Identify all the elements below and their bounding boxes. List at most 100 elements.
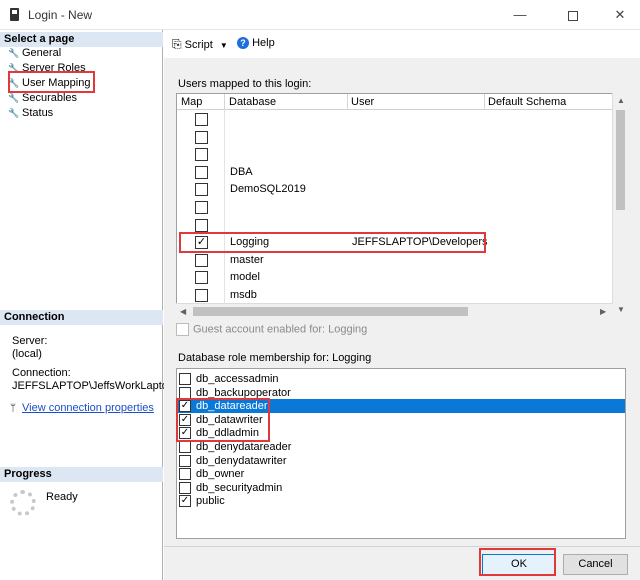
role-checkbox[interactable]	[179, 441, 191, 453]
database-cell: DemoSQL2019	[230, 183, 306, 196]
connection-properties-icon: ᛘ	[10, 403, 16, 414]
role-label: db_accessadmin	[196, 373, 279, 385]
guest-account-option: Guest account enabled for: Logging	[176, 323, 367, 336]
progress-spinner-icon	[10, 490, 36, 516]
app-icon	[10, 8, 19, 21]
sidebar-item-label: Status	[22, 107, 54, 119]
minimize-button[interactable]: —	[500, 4, 540, 26]
server-value: (local)	[12, 348, 42, 360]
role-checkbox[interactable]	[179, 468, 191, 481]
table-row[interactable]: DBA	[177, 164, 612, 181]
scroll-down-icon[interactable]: ▼	[617, 305, 625, 314]
table-row[interactable]: master	[177, 252, 612, 269]
highlight-box	[8, 71, 95, 93]
scroll-thumb[interactable]	[193, 307, 468, 316]
map-checkbox[interactable]	[195, 218, 208, 232]
close-button[interactable]: ✕	[600, 4, 640, 26]
database-cell: master	[230, 253, 264, 266]
help-button[interactable]: ? Help	[237, 37, 275, 50]
view-connection-properties-link[interactable]: View connection properties	[22, 402, 154, 414]
list-item[interactable]: db_denydatareader	[177, 440, 625, 454]
horizontal-scrollbar[interactable]: ◀ ▶	[176, 303, 613, 318]
dialog-footer: OK Cancel	[164, 546, 640, 580]
scroll-up-icon[interactable]: ▲	[617, 96, 625, 105]
scroll-thumb[interactable]	[616, 110, 625, 210]
list-item[interactable]: db_denydatawriter	[177, 454, 625, 468]
role-label: db_securityadmin	[196, 481, 283, 494]
progress-status: Ready	[46, 491, 78, 503]
select-page-header: Select a page	[0, 32, 163, 47]
role-checkbox[interactable]	[179, 373, 191, 385]
table-row[interactable]	[177, 111, 612, 128]
column-header-default-schema[interactable]: Default Schema	[488, 96, 566, 108]
role-checkbox[interactable]	[179, 481, 191, 494]
scroll-left-icon[interactable]: ◀	[180, 307, 186, 316]
highlight-box	[176, 398, 270, 442]
table-row[interactable]	[177, 199, 612, 216]
column-header-map[interactable]: Map	[181, 96, 202, 108]
help-label: Help	[252, 37, 275, 49]
map-checkbox[interactable]	[195, 183, 208, 197]
table-row[interactable]	[177, 129, 612, 146]
view-connection-properties[interactable]: ᛘ View connection properties	[10, 402, 154, 415]
window-title: Login - New	[28, 8, 93, 22]
highlight-box	[479, 548, 556, 576]
column-header-user[interactable]: User	[351, 96, 374, 108]
wrench-icon: 🔧	[8, 48, 20, 58]
role-label: db_denydatareader	[196, 441, 292, 453]
grid-header: Map Database User Default Schema	[177, 94, 612, 110]
list-item[interactable]: db_owner	[177, 467, 625, 481]
guest-account-checkbox[interactable]	[176, 323, 189, 336]
maximize-button[interactable]	[553, 4, 593, 26]
map-checkbox[interactable]	[195, 253, 208, 267]
title-bar: Login - New — ✕	[0, 0, 640, 30]
cancel-button[interactable]: Cancel	[563, 554, 628, 575]
server-label: Server:	[12, 335, 48, 347]
users-mapped-grid: Map Database User Default Schema DBA Demo…	[176, 93, 613, 318]
list-item[interactable]: db_accessadmin	[177, 372, 625, 386]
connection-value: JEFFSLAPTOP\JeffsWorkLaptop	[12, 380, 175, 392]
map-checkbox[interactable]	[195, 113, 208, 126]
role-checkbox[interactable]: ✓	[179, 495, 191, 508]
table-row[interactable]: DemoSQL2019	[177, 181, 612, 198]
map-checkbox[interactable]	[195, 289, 208, 302]
list-item[interactable]: db_securityadmin	[177, 481, 625, 495]
highlight-box	[179, 232, 486, 253]
map-checkbox[interactable]	[195, 271, 208, 285]
sidebar-item-securables[interactable]: 🔧 Securables	[8, 91, 77, 105]
scroll-right-icon[interactable]: ▶	[600, 307, 606, 316]
sidebar-item-label: General	[22, 47, 62, 59]
role-checkbox[interactable]	[179, 454, 191, 467]
dropdown-arrow-icon: ▼	[219, 41, 228, 50]
script-button[interactable]: ⎘ Script ▼	[172, 37, 228, 52]
users-mapped-label: Users mapped to this login:	[178, 78, 312, 90]
table-row[interactable]: model	[177, 269, 612, 286]
map-checkbox[interactable]	[195, 148, 208, 162]
wrench-icon: 🔧	[8, 108, 20, 118]
sidebar-item-label: Securables	[22, 92, 78, 104]
column-header-database[interactable]: Database	[229, 96, 276, 108]
vertical-scrollbar[interactable]: ▲ ▼	[612, 93, 627, 318]
help-icon: ?	[237, 37, 249, 50]
maximize-icon	[568, 10, 578, 21]
role-label: db_owner	[196, 468, 245, 481]
script-label: Script	[184, 39, 213, 51]
wrench-icon: 🔧	[8, 93, 20, 103]
guest-account-label: Guest account enabled for: Logging	[193, 323, 368, 336]
toolbar: ⎘ Script ▼ ? Help	[164, 30, 640, 58]
role-checkbox[interactable]	[179, 386, 191, 399]
map-checkbox[interactable]	[195, 130, 208, 144]
role-membership-label: Database role membership for: Logging	[178, 352, 372, 364]
map-checkbox[interactable]	[195, 201, 208, 214]
sidebar-item-status[interactable]: 🔧 Status	[8, 106, 53, 120]
page-selector-pane: Select a page 🔧 General 🔧 Server Roles 🔧 Us…	[0, 30, 174, 580]
database-cell: msdb	[230, 289, 257, 301]
database-cell: DBA	[230, 165, 253, 178]
role-label: public	[196, 495, 225, 508]
list-item[interactable]: ✓ public	[177, 494, 625, 508]
table-row[interactable]: msdb	[177, 287, 612, 304]
sidebar-item-general[interactable]: 🔧 General	[8, 46, 61, 60]
table-row[interactable]	[177, 146, 612, 163]
script-icon: ⎘	[172, 37, 182, 51]
map-checkbox[interactable]	[195, 165, 208, 179]
